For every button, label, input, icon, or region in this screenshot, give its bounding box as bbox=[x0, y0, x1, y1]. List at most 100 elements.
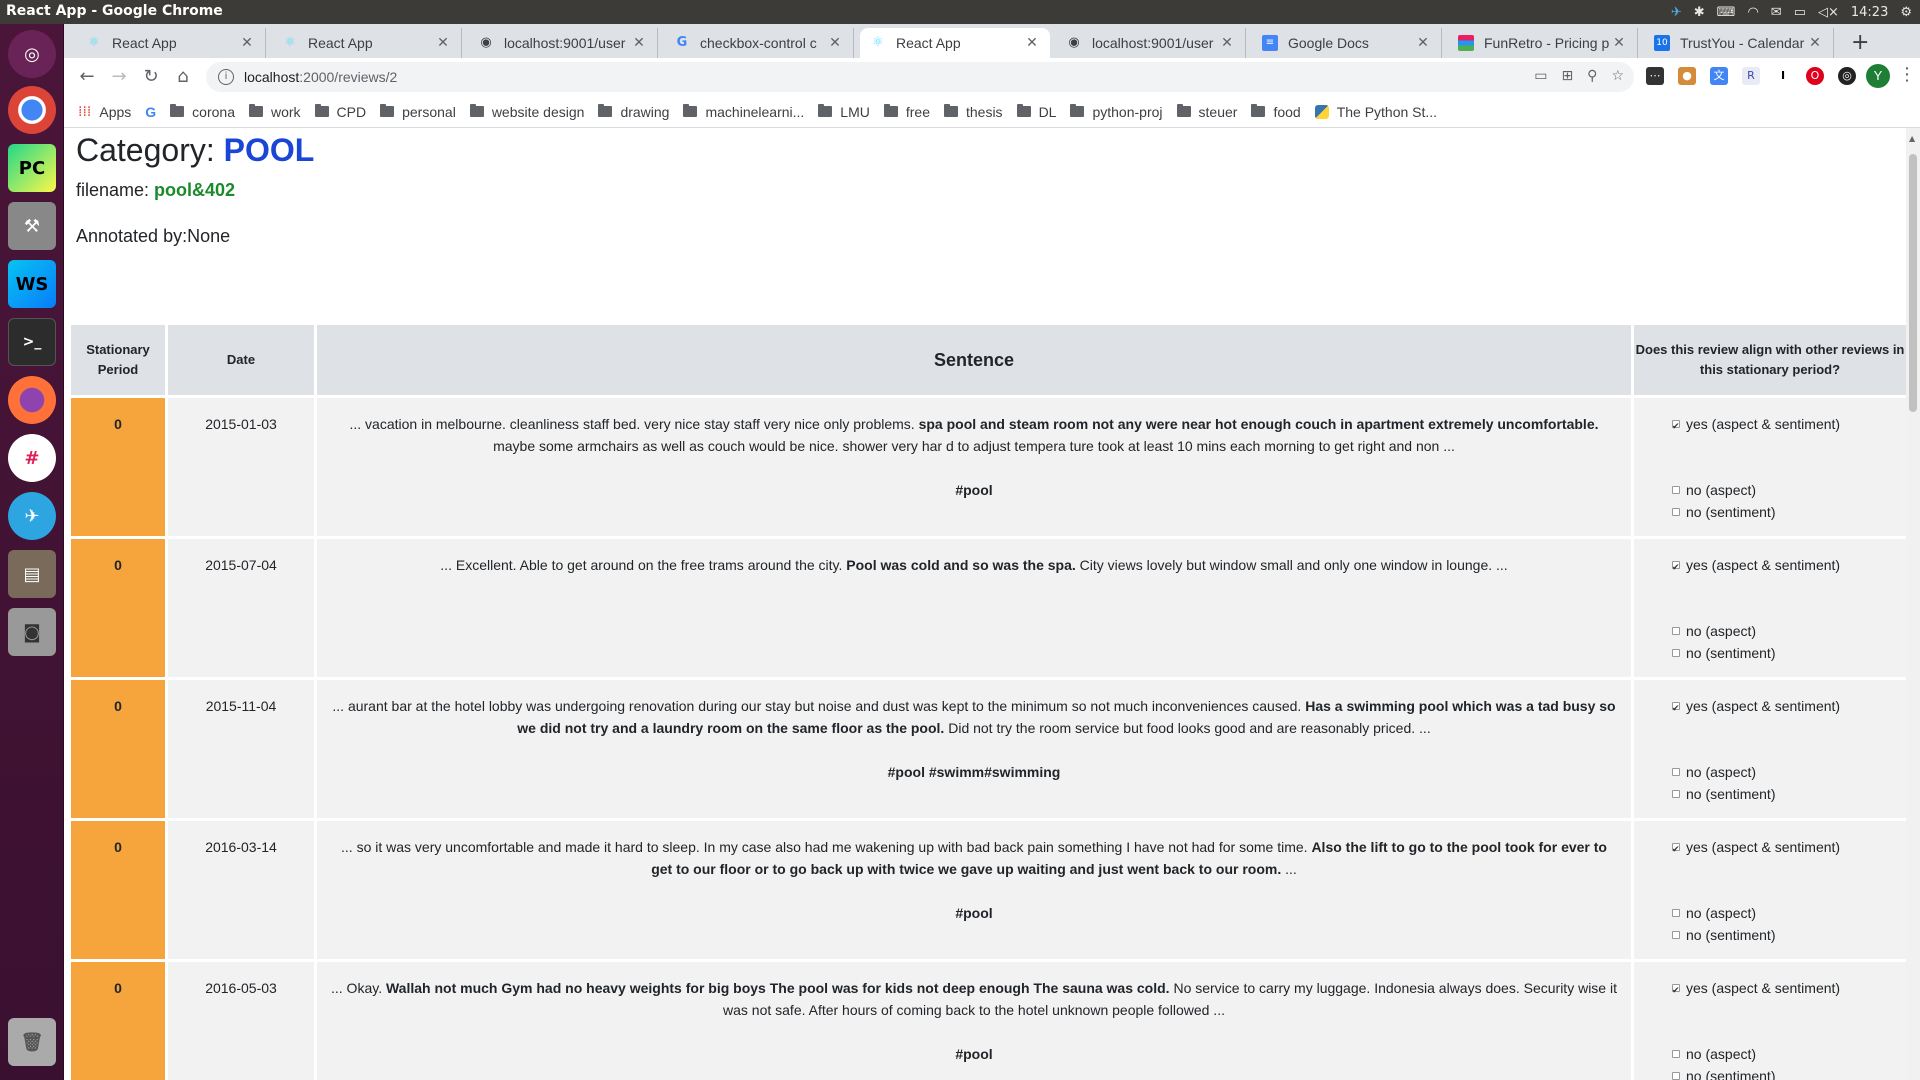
option-no-aspect[interactable]: no (aspect) bbox=[1672, 902, 1906, 924]
camera-icon[interactable]: ◙ bbox=[8, 608, 56, 656]
extension-dots-icon[interactable]: ⋯ bbox=[1646, 67, 1664, 85]
option-no-aspect[interactable]: no (aspect) bbox=[1672, 761, 1906, 783]
checkbox-checked[interactable] bbox=[1672, 557, 1680, 579]
checkbox-checked[interactable] bbox=[1672, 839, 1680, 861]
bookmark-folder-free[interactable]: free bbox=[883, 104, 930, 120]
wifi-icon[interactable]: ◠ bbox=[1747, 5, 1758, 20]
extension-cookie-icon[interactable]: ● bbox=[1678, 67, 1696, 85]
checkbox-checked[interactable] bbox=[1672, 698, 1680, 720]
tab-checkbox-control[interactable]: G checkbox-control c ✕ bbox=[664, 28, 854, 58]
profile-avatar[interactable]: Y bbox=[1866, 64, 1890, 88]
tab-localhost-9001-2[interactable]: ◉ localhost:9001/user ✕ bbox=[1056, 28, 1246, 58]
tab-localhost-9001-1[interactable]: ◉ localhost:9001/user ✕ bbox=[468, 28, 658, 58]
keyboard-icon[interactable]: ⌨ bbox=[1717, 5, 1736, 20]
battery-icon[interactable]: ▭ bbox=[1794, 5, 1806, 20]
extension-opera-icon[interactable]: O bbox=[1806, 67, 1824, 85]
bookmark-folder-corona[interactable]: corona bbox=[170, 104, 235, 120]
option-no-sentiment[interactable]: no (sentiment) bbox=[1672, 783, 1906, 805]
option-no-aspect[interactable]: no (aspect) bbox=[1672, 620, 1906, 642]
chrome-icon[interactable] bbox=[8, 86, 56, 134]
page-scrollbar[interactable]: ▲ bbox=[1906, 128, 1920, 1080]
cast-icon[interactable]: ▭ bbox=[1534, 68, 1547, 84]
telegram-icon[interactable]: ✈ bbox=[8, 492, 56, 540]
bookmark-folder-thesis[interactable]: thesis bbox=[943, 104, 1003, 120]
option-no-aspect[interactable]: no (aspect) bbox=[1672, 479, 1906, 501]
tab-close-icon[interactable]: ✕ bbox=[435, 35, 451, 51]
bookmark-folder-website-design[interactable]: website design bbox=[469, 104, 584, 120]
checkbox[interactable] bbox=[1672, 909, 1680, 917]
pycharm-icon[interactable]: PC bbox=[8, 144, 56, 192]
option-yes[interactable]: yes (aspect & sentiment) bbox=[1672, 695, 1906, 720]
tab-close-icon[interactable]: ✕ bbox=[1611, 35, 1627, 51]
reload-button[interactable]: ↻ bbox=[138, 64, 164, 90]
extension-circle-icon[interactable]: ◎ bbox=[1838, 67, 1856, 85]
bookmark-folder-dl[interactable]: DL bbox=[1016, 104, 1056, 120]
checkbox[interactable] bbox=[1672, 790, 1680, 798]
bookmark-folder-python-proj[interactable]: python-proj bbox=[1070, 104, 1163, 120]
firefox-icon[interactable] bbox=[8, 376, 56, 424]
tab-close-icon[interactable]: ✕ bbox=[1807, 35, 1823, 51]
checkbox-checked[interactable] bbox=[1672, 980, 1680, 1002]
tab-google-docs[interactable]: ≡ Google Docs ✕ bbox=[1252, 28, 1442, 58]
extension-translate-icon[interactable]: 文 bbox=[1710, 67, 1728, 85]
extension-i-icon[interactable]: I bbox=[1774, 67, 1792, 85]
bookmark-folder-machinelearning[interactable]: machinelearni... bbox=[683, 104, 804, 120]
translate-icon[interactable]: ⊞ bbox=[1561, 68, 1573, 84]
bookmark-python[interactable]: The Python St... bbox=[1314, 104, 1437, 120]
new-tab-button[interactable]: + bbox=[1851, 30, 1869, 55]
bookmark-folder-drawing[interactable]: drawing bbox=[598, 104, 669, 120]
tab-close-icon[interactable]: ✕ bbox=[827, 35, 843, 51]
terminal-icon[interactable]: >_ bbox=[8, 318, 56, 366]
checkbox[interactable] bbox=[1672, 1072, 1680, 1080]
checkbox[interactable] bbox=[1672, 508, 1680, 516]
bookmark-star-icon[interactable]: ☆ bbox=[1611, 68, 1624, 84]
checkbox-checked[interactable] bbox=[1672, 416, 1680, 438]
option-no-sentiment[interactable]: no (sentiment) bbox=[1672, 1065, 1906, 1080]
tab-react-app-active[interactable]: ⚛ React App ✕ bbox=[860, 28, 1050, 58]
scroll-up-arrow-icon[interactable]: ▲ bbox=[1909, 134, 1915, 143]
files-icon[interactable]: ▤ bbox=[8, 550, 56, 598]
option-no-sentiment[interactable]: no (sentiment) bbox=[1672, 924, 1906, 946]
tab-react-app-2[interactable]: ⚛ React App ✕ bbox=[272, 28, 462, 58]
tab-close-icon[interactable]: ✕ bbox=[239, 35, 255, 51]
bookmark-folder-cpd[interactable]: CPD bbox=[314, 104, 366, 120]
mail-icon[interactable]: ✉ bbox=[1771, 5, 1782, 20]
scrollbar-thumb[interactable] bbox=[1909, 154, 1917, 412]
checkbox[interactable] bbox=[1672, 649, 1680, 657]
clock[interactable]: 14:23 bbox=[1851, 5, 1888, 20]
checkbox[interactable] bbox=[1672, 768, 1680, 776]
telegram-tray-icon[interactable]: ✈ bbox=[1671, 5, 1682, 20]
option-yes[interactable]: yes (aspect & sentiment) bbox=[1672, 977, 1906, 1002]
tab-trustyou[interactable]: 10 TrustYou - Calendar ✕ bbox=[1644, 28, 1834, 58]
address-bar[interactable]: i localhost:2000/reviews/2 ▭ ⊞ ⚲ ☆ bbox=[206, 62, 1634, 92]
option-no-aspect[interactable]: no (aspect) bbox=[1672, 1043, 1906, 1065]
system-settings-icon[interactable]: ⚒ bbox=[8, 202, 56, 250]
checkbox[interactable] bbox=[1672, 931, 1680, 939]
tab-funretro[interactable]: FunRetro - Pricing p ✕ bbox=[1448, 28, 1638, 58]
tab-close-icon[interactable]: ✕ bbox=[631, 35, 647, 51]
option-yes[interactable]: yes (aspect & sentiment) bbox=[1672, 413, 1906, 438]
settings-tray-icon[interactable]: ✱ bbox=[1694, 5, 1705, 20]
option-yes[interactable]: yes (aspect & sentiment) bbox=[1672, 554, 1906, 579]
bookmark-folder-steuer[interactable]: steuer bbox=[1176, 104, 1237, 120]
back-button[interactable]: ← bbox=[74, 64, 100, 90]
bookmark-folder-food[interactable]: food bbox=[1251, 104, 1301, 120]
option-no-sentiment[interactable]: no (sentiment) bbox=[1672, 501, 1906, 523]
trash-icon[interactable]: 🗑 bbox=[8, 1018, 56, 1066]
webstorm-icon[interactable]: WS bbox=[8, 260, 56, 308]
zoom-icon[interactable]: ⚲ bbox=[1587, 68, 1597, 84]
tab-react-app-1[interactable]: ⚛ React App ✕ bbox=[76, 28, 266, 58]
checkbox[interactable] bbox=[1672, 627, 1680, 635]
ubuntu-dash-icon[interactable]: ◎ bbox=[8, 30, 56, 78]
bookmark-google[interactable]: G bbox=[145, 104, 156, 120]
checkbox[interactable] bbox=[1672, 1050, 1680, 1058]
option-no-sentiment[interactable]: no (sentiment) bbox=[1672, 642, 1906, 664]
bookmark-folder-lmu[interactable]: LMU bbox=[818, 104, 870, 120]
bookmark-folder-personal[interactable]: personal bbox=[380, 104, 456, 120]
checkbox[interactable] bbox=[1672, 486, 1680, 494]
forward-button[interactable]: → bbox=[106, 64, 132, 90]
tab-close-icon[interactable]: ✕ bbox=[1024, 35, 1040, 51]
info-icon[interactable]: i bbox=[218, 69, 234, 85]
extension-r-icon[interactable]: R bbox=[1742, 67, 1760, 85]
home-button[interactable]: ⌂ bbox=[170, 64, 196, 90]
